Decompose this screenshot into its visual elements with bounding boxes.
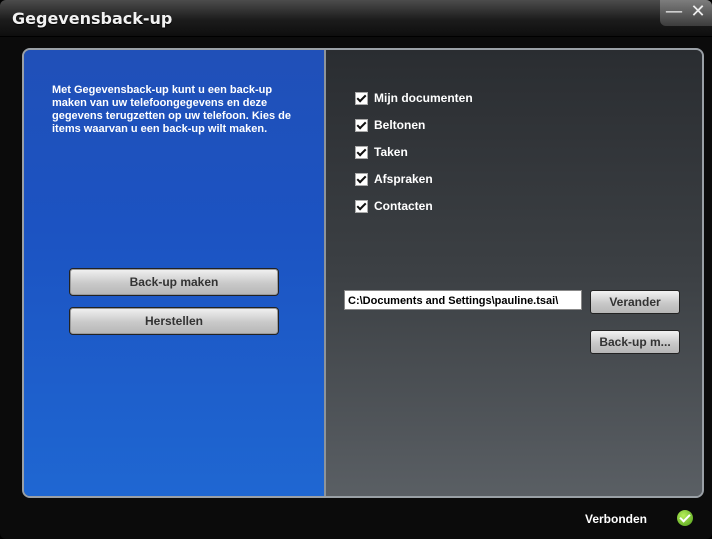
change-path-button[interactable]: Verander: [590, 290, 680, 314]
item-row-documents[interactable]: Mijn documenten: [355, 90, 473, 106]
item-row-tasks[interactable]: Taken: [355, 144, 408, 160]
checkbox-documents[interactable]: [355, 91, 368, 105]
checkbox-appointments[interactable]: [355, 172, 368, 186]
checkbox-label: Afspraken: [374, 172, 433, 186]
checkbox-label: Beltonen: [374, 118, 426, 132]
checkbox-contacts[interactable]: [355, 199, 368, 213]
status-bar: Verbonden: [0, 500, 712, 539]
checkbox-ringtones[interactable]: [355, 118, 368, 132]
left-panel: Met Gegevensback-up kunt u een back-up m…: [24, 50, 326, 496]
checkbox-tasks[interactable]: [355, 145, 368, 159]
backup-button[interactable]: Back-up maken: [69, 268, 279, 296]
app-window: Gegevensback-up — ✕ Met Gegevensback-up …: [0, 0, 712, 539]
connected-check-icon: [677, 510, 693, 526]
item-row-ringtones[interactable]: Beltonen: [355, 117, 425, 133]
item-row-appointments[interactable]: Afspraken: [355, 171, 433, 187]
description-text: Met Gegevensback-up kunt u een back-up m…: [52, 84, 291, 135]
connection-status: Verbonden: [585, 512, 648, 526]
backup-now-button[interactable]: Back-up m...: [590, 330, 680, 354]
checkbox-label: Mijn documenten: [374, 91, 473, 105]
backup-path-input[interactable]: C:\Documents and Settings\pauline.tsai\: [344, 290, 582, 310]
content-frame: Met Gegevensback-up kunt u een back-up m…: [22, 48, 704, 498]
right-panel: Mijn documenten Beltonen Taken Afspraken…: [326, 50, 702, 496]
checkbox-label: Contacten: [374, 199, 433, 213]
checkbox-label: Taken: [374, 145, 408, 159]
window-title: Gegevensback-up: [12, 9, 173, 28]
restore-button[interactable]: Herstellen: [69, 307, 279, 335]
minimize-button[interactable]: —: [663, 2, 685, 22]
close-button[interactable]: ✕: [687, 2, 709, 22]
item-row-contacts[interactable]: Contacten: [355, 198, 433, 214]
title-bar[interactable]: Gegevensback-up — ✕: [0, 0, 712, 37]
window-controls: — ✕: [660, 0, 712, 26]
